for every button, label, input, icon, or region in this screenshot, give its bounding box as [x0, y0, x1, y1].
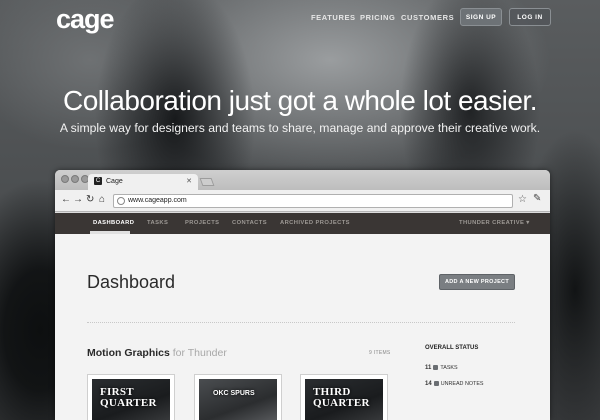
notes-label: UNREAD NOTES [440, 381, 484, 387]
cage-favicon-icon: C [94, 177, 102, 186]
thumbnail-image: OKC SPURS [199, 379, 277, 420]
window-minimize-dot[interactable] [71, 175, 79, 183]
page-globe-icon [117, 197, 125, 205]
app-nav-archived-projects[interactable]: ARCHIVED PROJECTS [280, 220, 350, 226]
app-nav-projects[interactable]: PROJECTS [185, 220, 219, 226]
back-arrow-icon[interactable]: ← [61, 194, 71, 206]
reload-icon[interactable]: ↻ [86, 194, 94, 206]
overall-status-heading: OVERALL STATUS [425, 345, 479, 351]
project-item-count: 9 ITEMS [369, 350, 391, 356]
home-icon[interactable]: ⌂ [99, 194, 105, 206]
app-nav-dashboard[interactable]: DASHBOARD [93, 220, 134, 226]
tab-title: Cage [106, 178, 123, 185]
status-tasks[interactable]: 11 TASKS [425, 365, 458, 371]
bookmark-star-icon[interactable]: ☆ [518, 194, 527, 205]
project-thumbnail[interactable]: THIRD QUARTER [300, 374, 388, 420]
browser-toolbar: ← → ↻ ⌂ www.cageapp.com ☆ ✎ [55, 190, 550, 212]
cage-logo[interactable]: cage [56, 4, 115, 35]
project-thumbnail[interactable]: OKC SPURS [194, 374, 282, 420]
browser-tabstrip: C Cage ✕ [55, 170, 550, 190]
thumbnail-caption: OKC SPURS [213, 390, 255, 397]
thumbnail-caption: FIRST QUARTER [100, 386, 157, 409]
page-title: Dashboard [87, 272, 176, 292]
dashboard-content: Dashboard ADD A NEW PROJECT Motion Graph… [55, 234, 550, 420]
account-menu[interactable]: THUNDER CREATIVE ▾ [459, 220, 530, 226]
login-button[interactable]: LOG IN [509, 8, 551, 26]
top-bar: cage FEATURES PRICING CUSTOMERS SIGN UP … [0, 0, 600, 38]
tasks-icon [433, 365, 439, 371]
thumbnail-caption: THIRD QUARTER [313, 386, 370, 409]
hero-headline: Collaboration just got a whole lot easie… [63, 85, 537, 116]
add-project-button[interactable]: ADD A NEW PROJECT [439, 274, 515, 290]
signup-button[interactable]: SIGN UP [460, 8, 502, 26]
app-nav-tasks[interactable]: TASKS [147, 220, 168, 226]
project-title[interactable]: Motion Graphics for Thunder [87, 347, 227, 359]
window-close-dot[interactable] [61, 175, 69, 183]
tasks-count: 11 [425, 365, 432, 371]
project-client: for Thunder [172, 347, 227, 359]
browser-tab[interactable]: C Cage ✕ [88, 174, 198, 190]
status-notes[interactable]: 14 UNREAD NOTES [425, 381, 484, 387]
new-tab-button[interactable] [199, 178, 215, 186]
nav-customers[interactable]: CUSTOMERS [401, 13, 454, 22]
thumbnail-image: FIRST QUARTER [92, 379, 170, 420]
account-name: THUNDER CREATIVE [459, 220, 525, 226]
wrench-icon[interactable]: ✎ [533, 193, 541, 204]
project-thumbnail[interactable]: FIRST QUARTER [87, 374, 175, 420]
app-nav: DASHBOARD TASKS PROJECTS CONTACTS ARCHIV… [55, 213, 550, 234]
tasks-label: TASKS [440, 365, 458, 371]
close-tab-icon[interactable]: ✕ [186, 174, 192, 190]
forward-arrow-icon[interactable]: → [73, 194, 83, 206]
nav-features[interactable]: FEATURES [311, 13, 356, 22]
notes-icon [433, 381, 439, 387]
app-nav-contacts[interactable]: CONTACTS [232, 220, 267, 226]
address-bar[interactable]: www.cageapp.com [113, 194, 513, 208]
notes-count: 14 [425, 381, 432, 387]
project-name: Motion Graphics [87, 347, 170, 359]
browser-window: C Cage ✕ ← → ↻ ⌂ www.cageapp.com ☆ ✎ DASH… [55, 170, 550, 420]
url-text: www.cageapp.com [128, 197, 187, 204]
divider [87, 322, 515, 323]
nav-pricing[interactable]: PRICING [360, 13, 395, 22]
hero-subheadline: A simple way for designers and teams to … [59, 121, 541, 135]
thumbnail-image: THIRD QUARTER [305, 379, 383, 420]
